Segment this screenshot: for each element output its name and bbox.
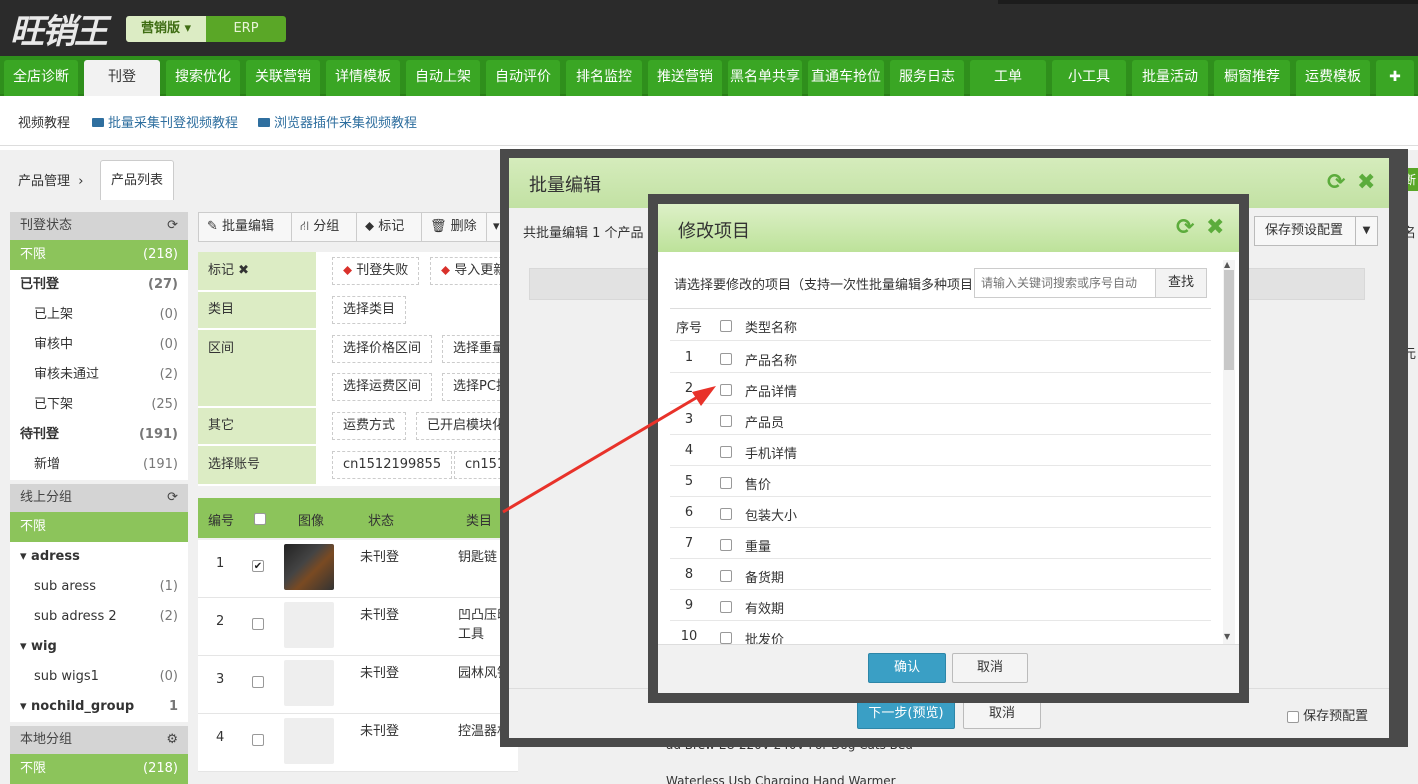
annotation-arrow	[502, 386, 716, 514]
arrow-head	[692, 386, 716, 406]
arrow-line	[502, 390, 707, 514]
